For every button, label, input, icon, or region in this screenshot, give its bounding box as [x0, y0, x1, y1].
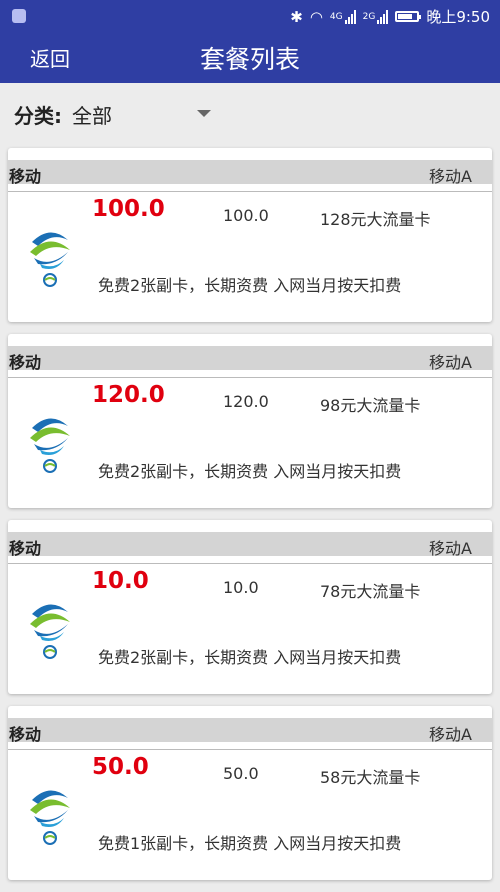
package-value: 50.0 [223, 764, 259, 783]
package-name: 58元大流量卡 [320, 768, 421, 787]
package-card[interactable]: 移动 移动A 10.0 10.0 78元大流量卡 免费2张副卡，长期资费 入网当… [8, 520, 492, 694]
package-tag: 移动A [429, 167, 472, 186]
operator-name: 移动 [9, 167, 42, 186]
china-mobile-logo-icon [30, 418, 70, 473]
category-filter[interactable]: 分类: 全部 [14, 98, 112, 130]
package-value: 100.0 [223, 206, 269, 225]
dropdown-arrow-icon[interactable] [197, 110, 211, 117]
package-tag: 移动A [429, 353, 472, 372]
package-description: 免费1张副卡，长期资费 入网当月按天扣费 [98, 834, 402, 853]
network-type-a: 4G [329, 11, 343, 22]
signal-icon [344, 9, 356, 24]
china-mobile-logo-icon [30, 232, 70, 287]
page-title: 套餐列表 [199, 45, 300, 74]
package-price: 50.0 [92, 754, 149, 780]
signal-icon [377, 9, 389, 24]
battery-icon [395, 11, 422, 22]
package-list: 移动 移动A 100.0 100.0 128元大流量卡 免费2张副卡，长期资费 … [8, 148, 492, 892]
notification-icon [12, 9, 26, 23]
package-card[interactable]: 移动 移动A 120.0 120.0 98元大流量卡 免费2张副卡，长期资费 入… [8, 334, 492, 508]
package-price: 100.0 [92, 196, 165, 222]
card-header: 移动 移动A [8, 718, 492, 744]
package-price: 10.0 [92, 568, 149, 594]
package-value: 10.0 [223, 578, 259, 597]
package-description: 免费2张副卡，长期资费 入网当月按天扣费 [98, 648, 402, 667]
china-mobile-logo-icon [30, 790, 70, 845]
china-mobile-logo-icon [30, 604, 70, 659]
divider [8, 377, 492, 378]
filter-label: 分类: [14, 103, 62, 128]
card-header: 移动 移动A [8, 532, 492, 558]
package-description: 免费2张副卡，长期资费 入网当月按天扣费 [98, 276, 402, 295]
filter-value[interactable]: 全部 [72, 100, 112, 129]
bluetooth-icon: ✱ [290, 7, 303, 26]
operator-name: 移动 [9, 725, 42, 744]
package-name: 78元大流量卡 [320, 582, 421, 601]
network-type-b: 2G [362, 11, 376, 22]
divider [8, 191, 492, 192]
package-name: 128元大流量卡 [320, 210, 431, 229]
wifi-icon: ◠ [309, 7, 323, 26]
package-value: 120.0 [223, 392, 269, 411]
card-header: 移动 移动A [8, 346, 492, 372]
clock: 晚上9:50 [426, 8, 490, 26]
divider [8, 563, 492, 564]
card-header: 移动 移动A [8, 160, 492, 186]
package-card[interactable]: 移动 移动A 50.0 50.0 58元大流量卡 免费1张副卡，长期资费 入网当… [8, 706, 492, 880]
package-tag: 移动A [429, 725, 472, 744]
package-price: 120.0 [92, 382, 165, 408]
package-name: 98元大流量卡 [320, 396, 421, 415]
operator-name: 移动 [9, 539, 42, 558]
divider [8, 749, 492, 750]
operator-name: 移动 [9, 353, 42, 372]
status-bar: ✱ ◠ 4G 2G 晚上9:50 [0, 0, 500, 32]
package-description: 免费2张副卡，长期资费 入网当月按天扣费 [98, 462, 402, 481]
package-tag: 移动A [429, 539, 472, 558]
app-bar: 返回 套餐列表 [0, 32, 500, 83]
package-card[interactable]: 移动 移动A 100.0 100.0 128元大流量卡 免费2张副卡，长期资费 … [8, 148, 492, 322]
